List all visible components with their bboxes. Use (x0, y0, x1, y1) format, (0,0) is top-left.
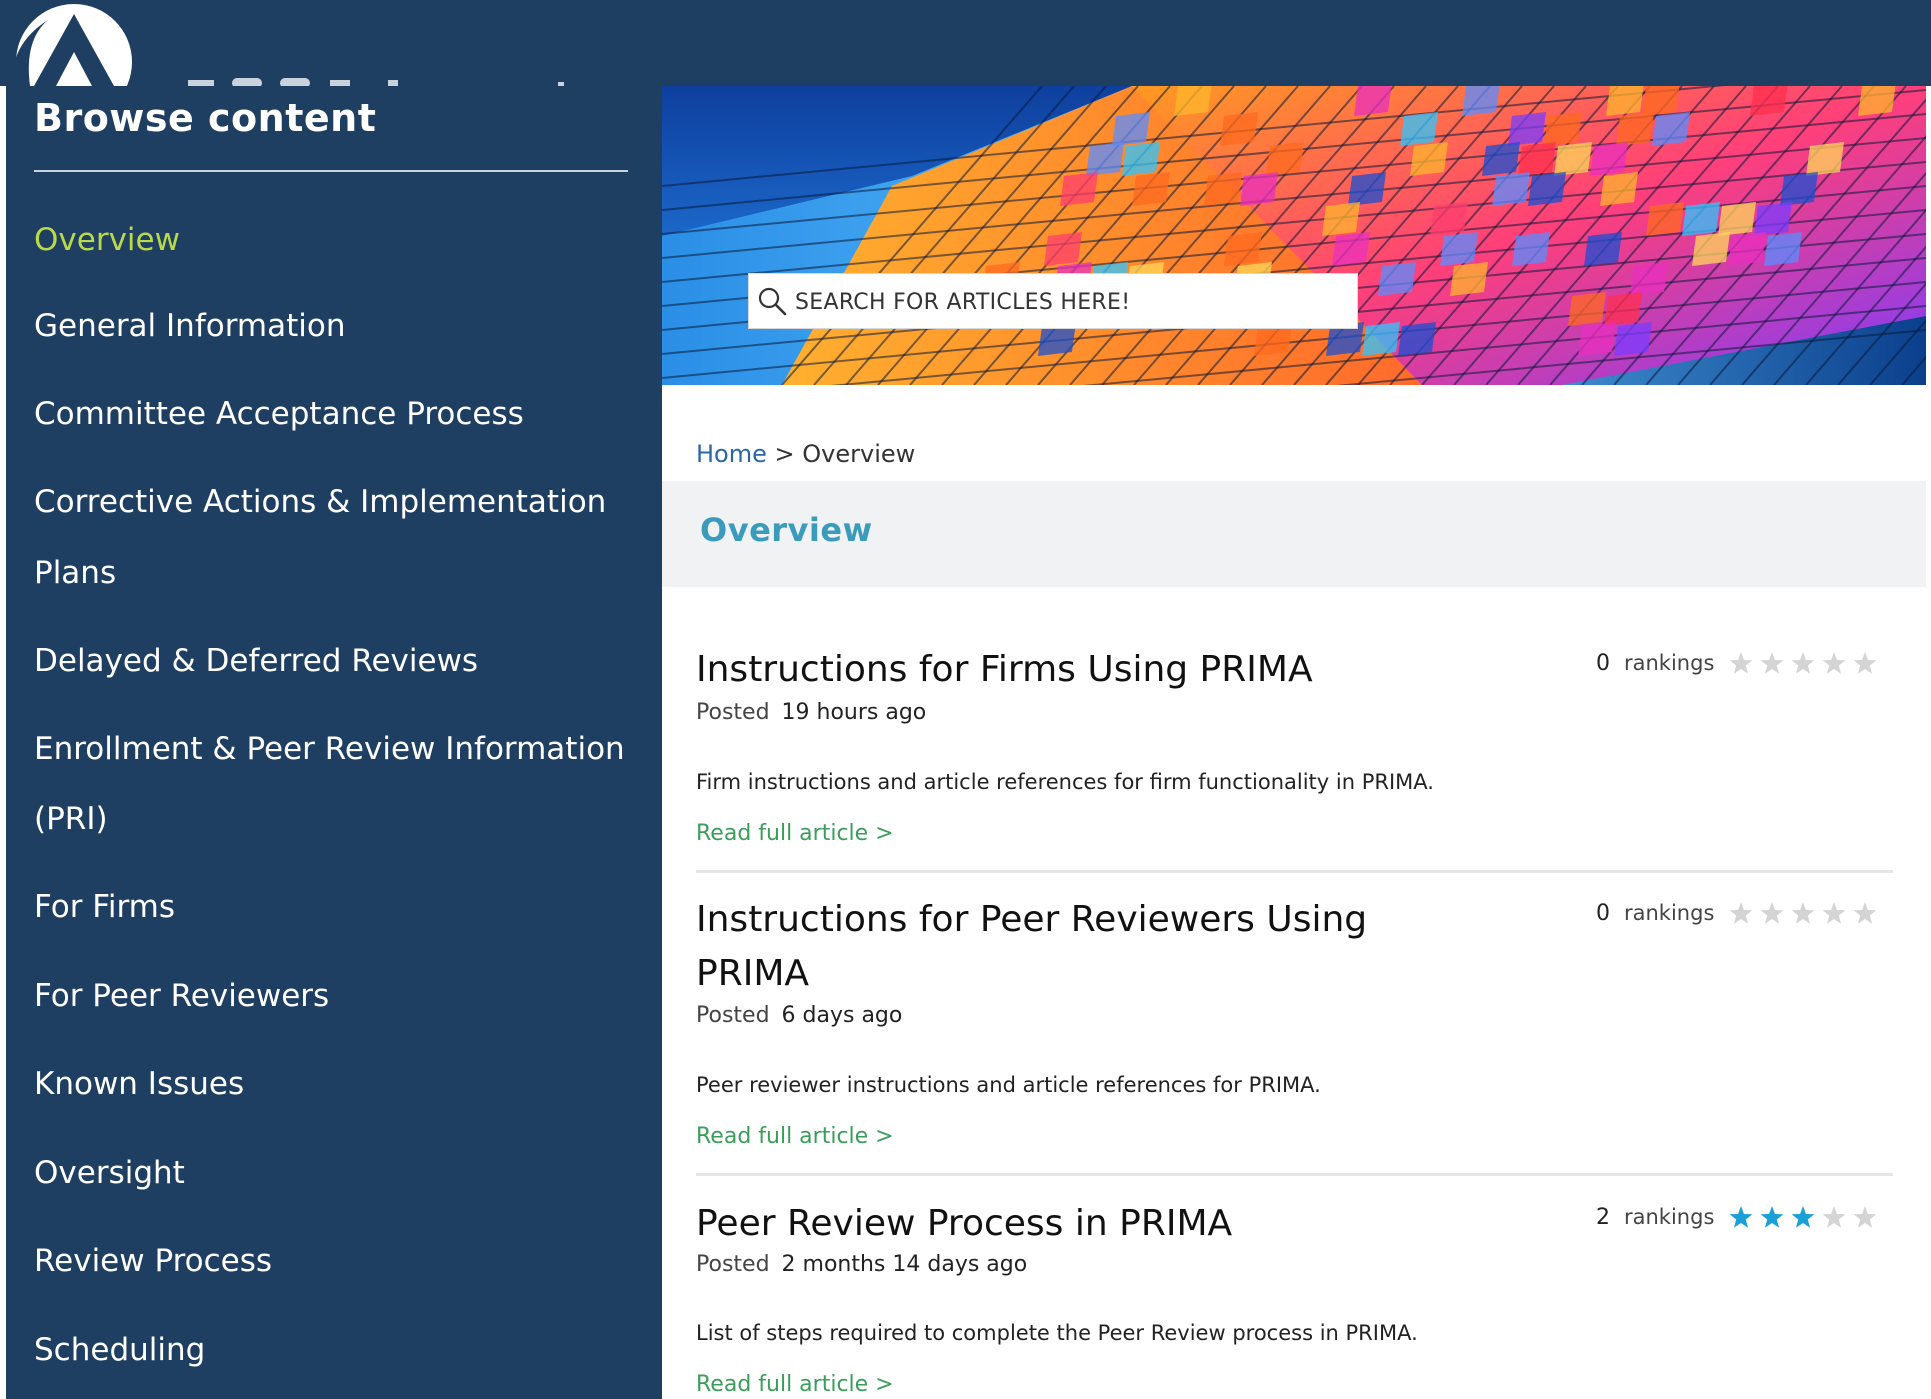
article-description: List of steps required to complete the P… (696, 1321, 1418, 1345)
rankings-count: 2 (1596, 1204, 1610, 1230)
rankings-label: rankings (1624, 901, 1715, 925)
star-empty-icon[interactable] (1728, 650, 1754, 676)
sidebar-item-review-process[interactable]: Review Process (34, 1226, 634, 1296)
star-empty-icon[interactable] (1852, 900, 1878, 926)
posted-time: 2 months 14 days ago (781, 1252, 1028, 1277)
sidebar-item-overview[interactable]: Overview (34, 205, 634, 275)
sidebar-item-known-issues[interactable]: Known Issues (34, 1049, 634, 1119)
star-rating[interactable] (1728, 1204, 1883, 1230)
article-divider (696, 1173, 1893, 1176)
hero-image (662, 86, 1926, 385)
sidebar-item-for-peer-reviewers[interactable]: For Peer Reviewers (34, 961, 634, 1031)
page-header: Overview (662, 481, 1926, 587)
sidebar: Browse content Overview General Informat… (6, 86, 662, 1399)
logo-mark-icon (11, 4, 132, 86)
rankings-count: 0 (1596, 650, 1610, 676)
sidebar-item-enrollment-pri-line2[interactable]: (PRI) (34, 784, 634, 854)
breadcrumb-current: Overview (802, 440, 916, 468)
star-rating[interactable] (1728, 650, 1883, 676)
logo[interactable] (4, 0, 164, 86)
posted-label: Posted (696, 1003, 770, 1028)
star-filled-icon[interactable] (1759, 1204, 1785, 1230)
article-description: Peer reviewer instructions and article r… (696, 1073, 1321, 1097)
article-rankings: 0 rankings (1596, 643, 1883, 683)
star-empty-icon[interactable] (1852, 1204, 1878, 1230)
rankings-count: 0 (1596, 900, 1610, 926)
posted-time: 6 days ago (781, 1003, 903, 1028)
read-full-article-link[interactable]: Read full article > (696, 1124, 894, 1149)
article-title[interactable]: Instructions for Firms Using PRIMA (696, 643, 1396, 697)
article-description: Firm instructions and article references… (696, 770, 1434, 794)
article-divider (696, 870, 1893, 873)
article-card: Instructions for Firms Using PRIMA Poste… (696, 643, 1891, 853)
sidebar-item-general-information[interactable]: General Information (34, 291, 634, 361)
sidebar-item-enrollment-pri[interactable]: Enrollment & Peer Review Information (34, 714, 634, 784)
sidebar-item-delayed-deferred-reviews[interactable]: Delayed & Deferred Reviews (34, 626, 634, 696)
star-empty-icon[interactable] (1821, 1204, 1847, 1230)
read-full-article-link[interactable]: Read full article > (696, 821, 894, 846)
rankings-label: rankings (1624, 651, 1715, 675)
star-rating[interactable] (1728, 900, 1883, 926)
posted-label: Posted (696, 700, 770, 725)
article-rankings: 0 rankings (1596, 893, 1883, 933)
posted-label: Posted (696, 1252, 770, 1277)
sidebar-item-corrective-actions[interactable]: Corrective Actions & Implementation (34, 467, 634, 537)
logo-wordmark (180, 56, 600, 86)
star-filled-icon[interactable] (1728, 1204, 1754, 1230)
read-full-article-link[interactable]: Read full article > (696, 1372, 894, 1397)
star-empty-icon[interactable] (1821, 650, 1847, 676)
article-title[interactable]: Peer Review Process in PRIMA (696, 1197, 1396, 1251)
breadcrumb-home-link[interactable]: Home (696, 440, 767, 468)
top-header (0, 0, 1931, 86)
search-bar[interactable] (748, 273, 1358, 329)
rankings-label: rankings (1624, 1205, 1715, 1229)
sidebar-item-oversight[interactable]: Oversight (34, 1138, 634, 1208)
search-icon (757, 286, 787, 316)
star-empty-icon[interactable] (1790, 900, 1816, 926)
sidebar-divider (34, 170, 628, 172)
star-empty-icon[interactable] (1759, 650, 1785, 676)
sidebar-item-scheduling[interactable]: Scheduling (34, 1315, 634, 1385)
star-empty-icon[interactable] (1852, 650, 1878, 676)
posted-time: 19 hours ago (781, 700, 927, 725)
star-empty-icon[interactable] (1821, 900, 1847, 926)
breadcrumb-separator: > (774, 440, 795, 468)
article-card: Peer Review Process in PRIMA Posted 2 mon… (696, 1197, 1891, 1399)
article-posted: Posted 19 hours ago (696, 700, 926, 725)
breadcrumb: Home > Overview (696, 440, 915, 468)
sidebar-item-corrective-actions-line2[interactable]: Plans (34, 538, 634, 608)
star-empty-icon[interactable] (1790, 650, 1816, 676)
article-title[interactable]: Instructions for Peer Reviewers Using PR… (696, 893, 1396, 1001)
sidebar-item-committee-acceptance-process[interactable]: Committee Acceptance Process (34, 379, 634, 449)
sidebar-title: Browse content (34, 96, 377, 140)
star-empty-icon[interactable] (1728, 900, 1754, 926)
article-posted: Posted 2 months 14 days ago (696, 1252, 1027, 1277)
hero-banner (662, 86, 1926, 385)
article-rankings: 2 rankings (1596, 1197, 1883, 1237)
page-title: Overview (700, 511, 873, 549)
sidebar-item-for-firms[interactable]: For Firms (34, 872, 634, 942)
star-empty-icon[interactable] (1759, 900, 1785, 926)
article-posted: Posted 6 days ago (696, 1003, 902, 1028)
article-card: Instructions for Peer Reviewers Using PR… (696, 893, 1891, 1153)
star-filled-icon[interactable] (1790, 1204, 1816, 1230)
search-input[interactable] (795, 282, 1345, 322)
